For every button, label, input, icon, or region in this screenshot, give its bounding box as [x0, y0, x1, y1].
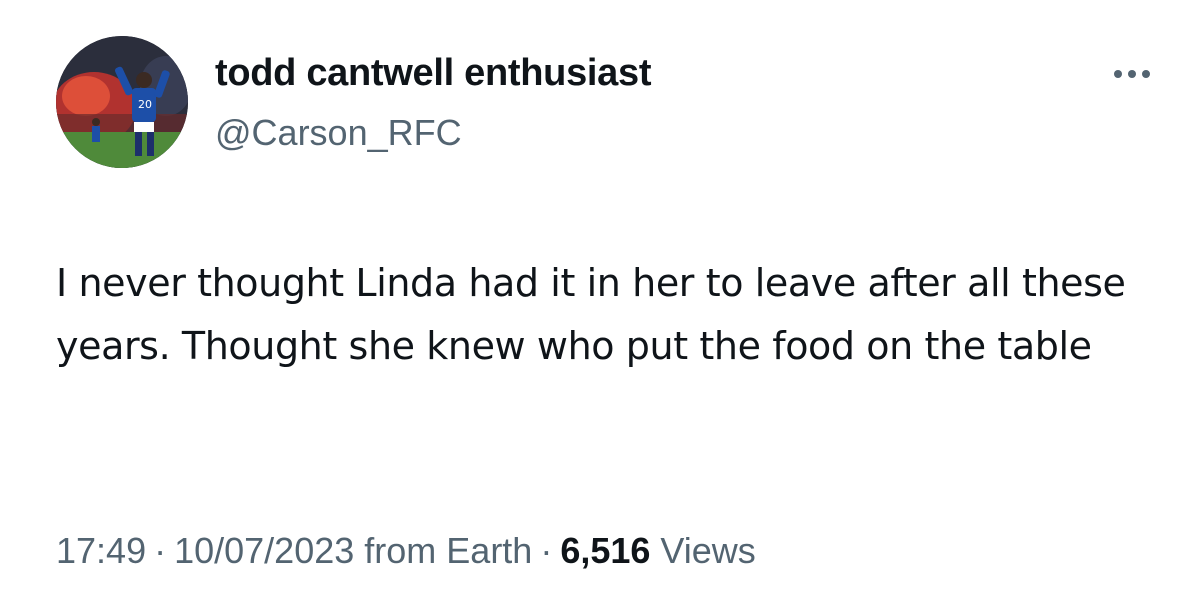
author-display-name[interactable]: todd cantwell enthusiast — [215, 52, 651, 95]
tweet-time[interactable]: 17:49 — [56, 530, 146, 572]
svg-text:20: 20 — [138, 98, 152, 111]
tweet-source: from Earth — [364, 530, 533, 571]
author-handle[interactable]: @Carson_RFC — [215, 112, 462, 154]
meta-separator-2: · — [540, 530, 553, 571]
meta-separator: · — [154, 530, 167, 571]
tweet-text: I never thought Linda had it in her to l… — [56, 261, 1126, 368]
tweet-meta: 17:49 · 10/07/2023 from Earth · 6,516 Vi… — [56, 530, 756, 572]
more-options-icon — [1114, 70, 1150, 78]
more-options-button[interactable] — [1108, 56, 1156, 92]
tweet-date[interactable]: 10/07/2023 — [174, 530, 354, 572]
views-count[interactable]: 6,516 — [560, 530, 650, 572]
views-label[interactable]: Views — [660, 530, 755, 572]
tweet-card: 20 todd cantwell enthusiast @Carson_RFC … — [0, 0, 1200, 605]
avatar[interactable]: 20 — [56, 36, 188, 168]
avatar-image: 20 — [56, 36, 188, 168]
